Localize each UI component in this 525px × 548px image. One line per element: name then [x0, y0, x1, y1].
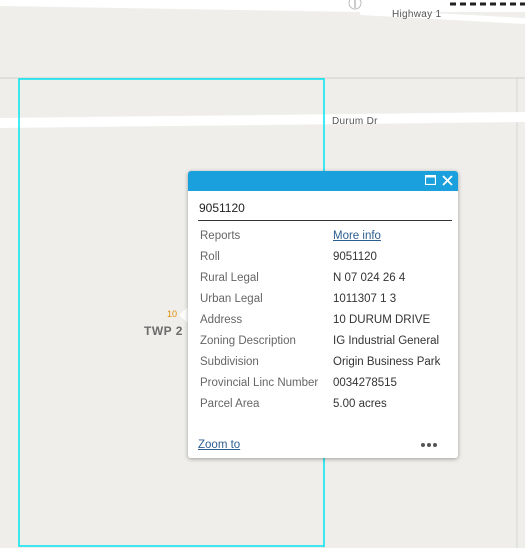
- close-icon[interactable]: [441, 174, 454, 187]
- attribute-name: Roll: [200, 251, 220, 263]
- durum-drive-road: [0, 112, 525, 128]
- attribute-value: 1011307 1 3: [333, 293, 397, 305]
- attribute-name: Zoning Description: [200, 335, 296, 347]
- attribute-name: Address: [200, 314, 243, 326]
- attribute-name: Subdivision: [200, 356, 259, 368]
- attribute-value: N 07 024 26 4: [333, 272, 406, 284]
- maximize-icon[interactable]: [425, 175, 436, 185]
- attribute-name: Parcel Area: [200, 398, 260, 410]
- lot-number-label: 10: [167, 309, 178, 319]
- title-divider: [198, 220, 452, 221]
- zoom-to-link[interactable]: Zoom to: [198, 439, 240, 451]
- attribute-row-subdivision: Subdivision Origin Business Park: [200, 356, 450, 377]
- attribute-row-roll: Roll 9051120: [200, 251, 450, 272]
- attribute-name: Urban Legal: [200, 293, 263, 305]
- attribute-name: Rural Legal: [200, 272, 259, 284]
- ellipsis-icon[interactable]: [420, 442, 438, 448]
- attribute-row-reports: Reports More info: [200, 230, 450, 251]
- parcel-popup: 9051120 Reports More info Roll 9051120 R…: [188, 171, 458, 458]
- attribute-value: 0034278515: [333, 377, 397, 389]
- popup-title: 9051120: [199, 201, 245, 215]
- highway-road-edge: [359, 9, 525, 24]
- attribute-row-linc-number: Provincial Linc Number 0034278515: [200, 377, 450, 398]
- attribute-value: 9051120: [333, 251, 377, 263]
- attribute-value: Origin Business Park: [333, 356, 441, 368]
- highway-label: Highway 1: [392, 9, 442, 20]
- attribute-value: IG Industrial General: [333, 335, 440, 347]
- attribute-row-urban-legal: Urban Legal 1011307 1 3: [200, 293, 450, 314]
- attribute-row-address: Address 10 DURUM DRIVE: [200, 314, 450, 335]
- attribute-value: 10 DURUM DRIVE: [333, 314, 431, 326]
- popup-header: [188, 171, 458, 191]
- highway-road: [0, 0, 525, 12]
- attribute-row-parcel-area: Parcel Area 5.00 acres: [200, 398, 450, 419]
- attribute-row-zoning: Zoning Description IG Industrial General: [200, 335, 450, 356]
- township-label: TWP 2: [144, 324, 183, 338]
- durum-drive-label: Durum Dr: [332, 116, 378, 127]
- attribute-name: Provincial Linc Number: [200, 377, 319, 389]
- more-info-link[interactable]: More info: [333, 230, 381, 242]
- attribute-value: 5.00 acres: [333, 398, 387, 410]
- attribute-name: Reports: [200, 230, 241, 242]
- attribute-row-rural-legal: Rural Legal N 07 024 26 4: [200, 272, 450, 293]
